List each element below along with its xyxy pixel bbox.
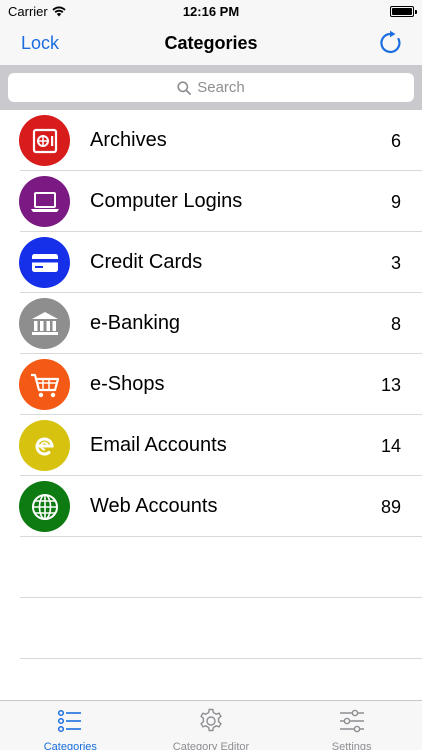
shopping-cart-icon: [19, 359, 70, 410]
tab-bar: Categories Category Editor Settings: [0, 700, 422, 750]
tab-label: Categories: [43, 741, 97, 750]
category-row[interactable]: Email Accounts 14: [0, 415, 422, 476]
battery-icon: [390, 6, 417, 17]
category-name: e-Banking: [90, 312, 181, 334]
category-count: 8: [390, 314, 401, 334]
page-title: Categories: [164, 33, 258, 53]
category-row[interactable]: Web Accounts 89: [0, 476, 422, 537]
empty-row: [0, 598, 422, 659]
tab-label: Category Editor: [172, 741, 250, 750]
email-icon: [19, 420, 70, 471]
gear-icon: [197, 707, 225, 741]
refresh-icon[interactable]: [378, 30, 404, 56]
category-name: Web Accounts: [90, 495, 218, 517]
list-icon: [56, 707, 84, 741]
row-divider: [20, 658, 422, 659]
category-name: e-Shops: [90, 373, 165, 395]
category-row[interactable]: Computer Logins 9: [0, 171, 422, 232]
safe-icon: [19, 115, 70, 166]
category-count: 14: [380, 436, 401, 456]
tab-category-editor[interactable]: Category Editor: [141, 701, 282, 750]
category-list: Archives 6 Computer Logins 9 Credit Cards 3 e-…: [0, 110, 422, 659]
category-name: Email Accounts: [90, 434, 227, 456]
laptop-icon: [19, 176, 70, 227]
category-row[interactable]: Archives 6: [0, 110, 422, 171]
sliders-icon: [338, 707, 366, 741]
category-count: 3: [390, 253, 401, 273]
globe-icon: [19, 481, 70, 532]
category-row[interactable]: e-Shops 13: [0, 354, 422, 415]
search-placeholder: Search: [197, 79, 245, 96]
category-row[interactable]: e-Banking 8: [0, 293, 422, 354]
tab-categories[interactable]: Categories: [0, 701, 141, 750]
category-name: Computer Logins: [90, 190, 243, 212]
empty-row: [0, 537, 422, 598]
search-input[interactable]: Search: [8, 73, 414, 102]
navigation-bar: Lock Categories: [0, 22, 422, 65]
status-time: 12:16 PM: [182, 4, 240, 19]
category-name: Credit Cards: [90, 251, 203, 273]
category-count: 9: [390, 192, 401, 212]
category-count: 6: [390, 131, 401, 151]
status-bar: Carrier 12:16 PM: [0, 0, 422, 22]
search-bar: Search: [0, 65, 422, 110]
search-icon: [177, 80, 192, 95]
category-count: 89: [380, 497, 401, 517]
category-row[interactable]: Credit Cards 3: [0, 232, 422, 293]
credit-card-icon: [19, 237, 70, 288]
bank-icon: [19, 298, 70, 349]
category-name: Archives: [90, 129, 167, 151]
category-count: 13: [380, 375, 401, 395]
tab-settings[interactable]: Settings: [281, 701, 422, 750]
tab-label: Settings: [331, 741, 372, 750]
